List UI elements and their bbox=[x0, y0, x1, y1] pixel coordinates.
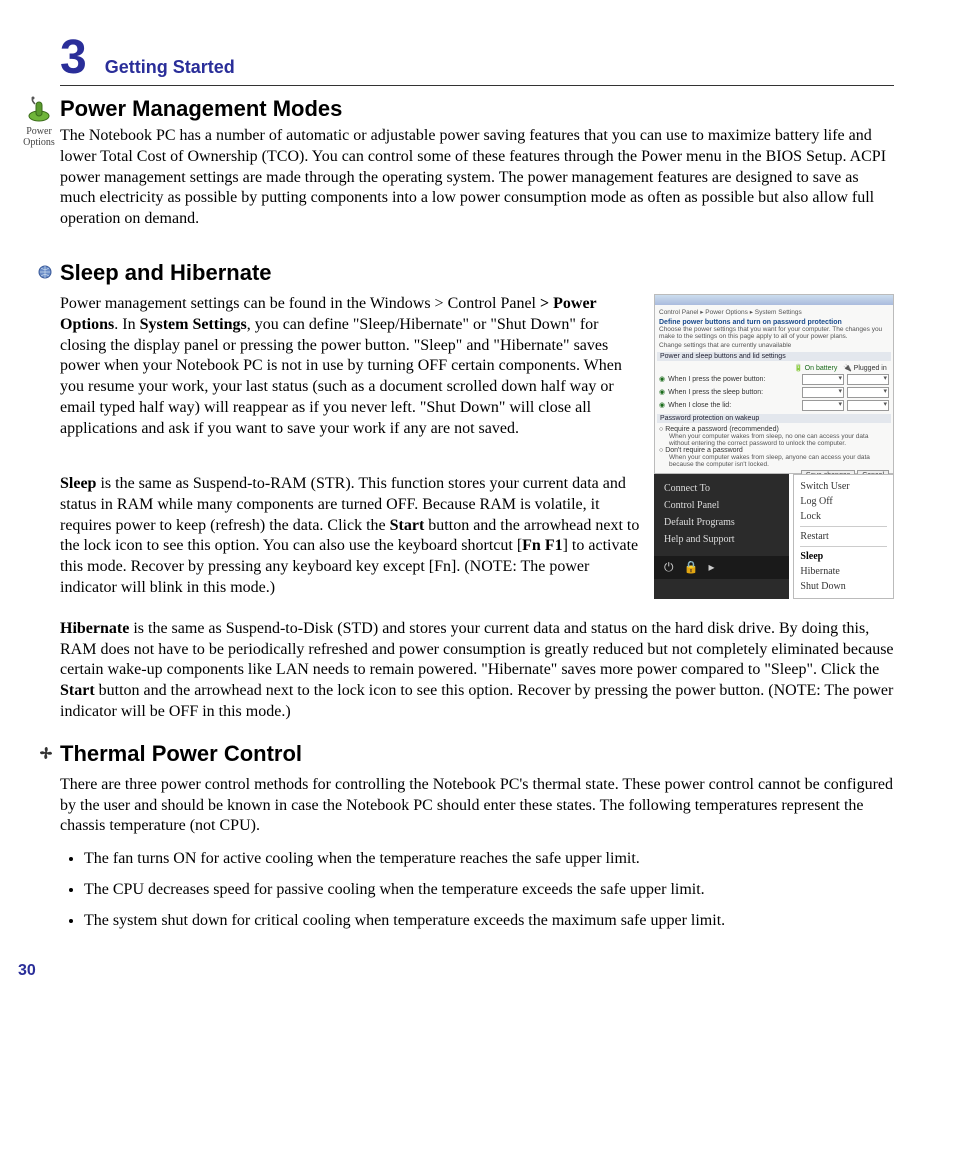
chapter-number: 3 bbox=[60, 30, 87, 85]
power-submenu: Switch User Log Off Lock Restart Sleep H… bbox=[793, 474, 894, 599]
start-item-control-panel: Control Panel bbox=[664, 497, 779, 514]
menu-shutdown: Shut Down bbox=[800, 579, 887, 594]
bullet-1: The fan turns ON for active cooling when… bbox=[84, 849, 894, 870]
power-options-icon: Power Options bbox=[18, 96, 60, 148]
power-options-label: Power Options bbox=[23, 126, 55, 148]
section2-para1: Power management settings can be found i… bbox=[60, 294, 642, 440]
chevron-right-icon: ▸ bbox=[708, 560, 714, 575]
thermal-bullets: The fan turns ON for active cooling when… bbox=[60, 849, 894, 931]
start-item-connect: Connect To bbox=[664, 480, 779, 497]
chapter-title: Getting Started bbox=[105, 57, 235, 78]
page-header: 3 Getting Started bbox=[60, 30, 894, 86]
start-item-help: Help and Support bbox=[664, 531, 779, 548]
bullet-3: The system shut down for critical coolin… bbox=[84, 911, 894, 932]
section3-intro: There are three power control methods fo… bbox=[60, 775, 894, 837]
section2-para3: Hibernate is the same as Suspend-to-Disk… bbox=[60, 619, 894, 723]
page-number: 30 bbox=[18, 962, 894, 980]
shot1-breadcrumb: Control Panel ▸ Power Options ▸ System S… bbox=[659, 308, 889, 316]
start-item-default-programs: Default Programs bbox=[664, 514, 779, 531]
start-menu-screenshot: Connect To Control Panel Default Program… bbox=[654, 474, 894, 599]
globe-icon bbox=[38, 265, 56, 284]
shot1-subtitle: Choose the power settings that you want … bbox=[659, 326, 889, 340]
power-icon: ⏻ bbox=[664, 560, 674, 575]
section1-body: The Notebook PC has a number of automati… bbox=[60, 126, 894, 230]
lock-icon: 🔒 bbox=[684, 560, 699, 575]
shot1-bar1: Power and sleep buttons and lid settings bbox=[657, 352, 891, 361]
section-heading-power-management: Power Management Modes bbox=[60, 96, 894, 122]
section2-para2: Sleep is the same as Suspend-to-RAM (STR… bbox=[60, 474, 642, 599]
section-heading-thermal: Thermal Power Control bbox=[60, 741, 302, 767]
menu-hibernate: Hibernate bbox=[800, 564, 887, 579]
shot1-title: Define power buttons and turn on passwor… bbox=[659, 319, 889, 326]
menu-sleep: Sleep bbox=[800, 549, 887, 564]
shot1-bar2: Password protection on wakeup bbox=[657, 414, 891, 423]
section-heading-sleep-hibernate: Sleep and Hibernate bbox=[60, 260, 272, 286]
shot1-change-link: Change settings that are currently unava… bbox=[659, 342, 889, 349]
system-settings-screenshot: Control Panel ▸ Power Options ▸ System S… bbox=[654, 294, 894, 474]
bullet-2: The CPU decreases speed for passive cool… bbox=[84, 880, 894, 901]
start-menu-left: Connect To Control Panel Default Program… bbox=[654, 474, 789, 599]
fan-icon bbox=[38, 745, 56, 766]
